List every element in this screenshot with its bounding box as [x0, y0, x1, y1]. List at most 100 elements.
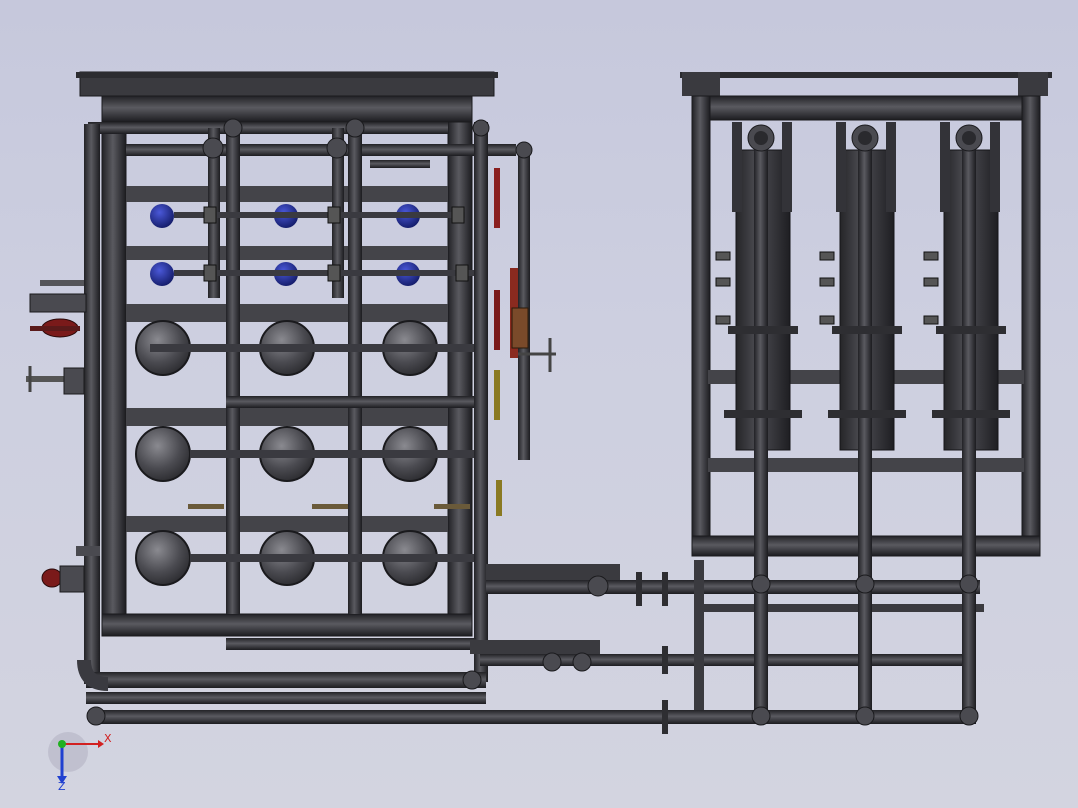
support-beam — [694, 604, 984, 612]
check-valve-icon — [455, 264, 469, 282]
axis-triad: X Z — [48, 732, 112, 793]
riser-pipe-4 — [348, 128, 362, 614]
vessel-bracket — [940, 122, 950, 212]
sample-valve-icon[interactable] — [819, 251, 835, 261]
vessel-top-flange-inner — [962, 131, 976, 145]
vessel-collar — [728, 326, 798, 334]
skid-top-lip — [76, 72, 498, 78]
orange-valve-icon[interactable] — [511, 307, 529, 349]
pipe-flange-icon — [662, 646, 668, 674]
pump-casing-icon — [135, 426, 191, 482]
z-axis-label: Z — [58, 780, 66, 793]
sample-valve-icon[interactable] — [923, 251, 939, 261]
skid-frame-top — [101, 95, 473, 123]
left-lower-valve — [59, 565, 85, 593]
riser-elbow-1 — [223, 118, 243, 138]
pipe-tee-joint — [751, 706, 771, 726]
pipe-tee-joint — [855, 574, 875, 594]
return-pipe-mid — [226, 396, 476, 408]
gauge-line — [434, 504, 470, 509]
vessel-bracket — [886, 122, 896, 212]
pump-discharge-line — [190, 554, 480, 562]
sample-valve-icon[interactable] — [715, 315, 731, 325]
bottom-header-pipe-2 — [86, 672, 486, 688]
skid-top-lip — [680, 72, 1052, 78]
connector-elbow — [86, 706, 106, 726]
pipe-tee-joint — [855, 706, 875, 726]
sample-valve-icon[interactable] — [715, 277, 731, 287]
skid-shelf-5 — [126, 516, 448, 532]
gauge-line — [188, 504, 224, 509]
booster-pump-row-1[interactable] — [150, 204, 466, 228]
skid-shelf-2 — [126, 246, 448, 260]
filter-vessel-2[interactable] — [819, 122, 896, 726]
bottom-header-pipe-3 — [86, 692, 486, 704]
bottom-elbow-joint — [462, 670, 482, 690]
skid-frame-left — [101, 95, 127, 637]
yellow-instrument-line — [496, 480, 502, 516]
vessel-collar — [932, 410, 1010, 418]
sample-valve-icon[interactable] — [923, 315, 939, 325]
connector-elbow — [542, 652, 562, 672]
riser-flange-2 — [326, 137, 348, 159]
x-axis-label: X — [104, 732, 112, 745]
vessel-collar — [724, 410, 802, 418]
yellow-instrument-line — [494, 370, 500, 420]
sample-valve-icon[interactable] — [715, 251, 731, 261]
red-instrument-line — [494, 168, 500, 228]
interconnect-piping[interactable] — [86, 560, 984, 734]
left-inlet-pipe — [29, 293, 87, 313]
riser-pipe-2 — [226, 128, 240, 614]
pump-motor-icon — [150, 204, 174, 228]
vessel-top-flange-inner — [754, 131, 768, 145]
left-lower-stub — [76, 546, 100, 556]
filter-vessel-1[interactable] — [715, 122, 792, 726]
red-instrument-line — [494, 290, 500, 350]
bottom-header-pipe-1 — [226, 638, 476, 650]
vessel-bracket — [836, 122, 846, 212]
red-valve-stem — [30, 326, 80, 331]
vessel-collar — [828, 410, 906, 418]
check-valve-icon — [327, 206, 341, 224]
vessel-collar — [832, 326, 902, 334]
check-valve-icon — [451, 206, 465, 224]
red-valve-icon[interactable] — [41, 568, 63, 588]
pump-casing-icon — [135, 530, 191, 586]
check-valve-icon — [203, 206, 217, 224]
skid-top-beam — [682, 72, 720, 96]
filter-vessel-3[interactable] — [923, 122, 1000, 726]
skid-frame-bottom — [101, 613, 473, 637]
pipe-flange-icon — [662, 572, 668, 606]
connector-pipe-3 — [92, 710, 976, 724]
riser-flange-1 — [202, 137, 224, 159]
right-filter-skid[interactable] — [680, 72, 1052, 726]
sample-valve-icon[interactable] — [923, 277, 939, 287]
sample-valve-icon[interactable] — [819, 315, 835, 325]
connector-pipe-1 — [486, 580, 980, 594]
booster-pump-row-2[interactable] — [150, 262, 474, 286]
vessel-bracket — [782, 122, 792, 212]
header-pipe-top-2 — [126, 144, 516, 156]
handwheel-valve-body[interactable] — [63, 367, 85, 395]
pipe-tee-joint — [959, 574, 979, 594]
vessel-bracket — [990, 122, 1000, 212]
pipe-flange-icon — [662, 700, 668, 734]
skid-shelf-4 — [126, 408, 448, 426]
pump-discharge-line — [150, 344, 480, 352]
skid-frame-right — [1021, 95, 1041, 557]
model-graphics-area[interactable]: X Z — [0, 0, 1078, 808]
skid-frame-left — [691, 95, 711, 557]
main-pump-row-1[interactable] — [135, 320, 480, 376]
left-pump-skid[interactable] — [26, 71, 556, 704]
pump-motor-icon — [150, 262, 174, 286]
connector-block — [470, 640, 600, 654]
sample-valve-icon[interactable] — [819, 277, 835, 287]
vessel-outlet-pipe — [858, 140, 872, 710]
main-pump-row-3[interactable] — [135, 530, 480, 586]
skid-top-beam — [1018, 72, 1048, 96]
pipe-tee-joint — [959, 706, 979, 726]
skid-frame-top — [691, 95, 1041, 121]
cad-viewport[interactable]: X Z — [0, 0, 1078, 808]
main-pump-row-2[interactable] — [135, 426, 480, 482]
right-header-pipe — [474, 122, 488, 682]
